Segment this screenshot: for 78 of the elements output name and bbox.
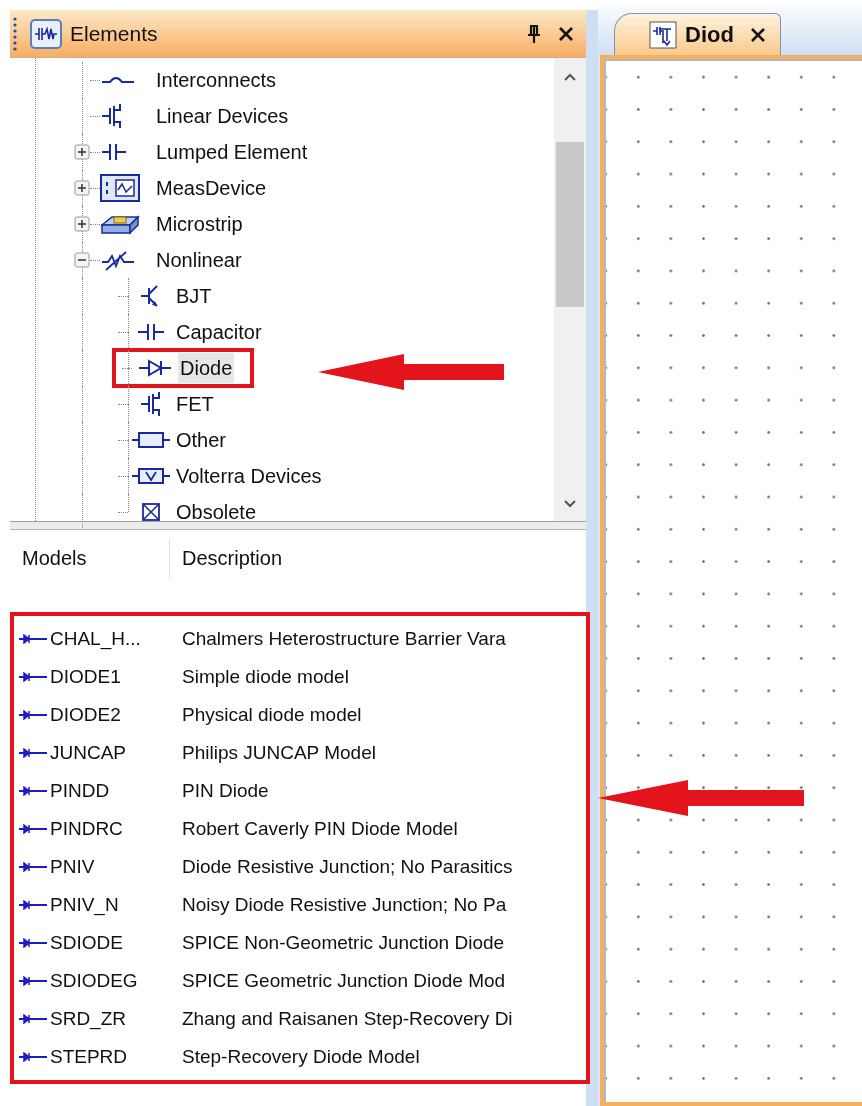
diode-icon (18, 634, 48, 644)
tree-item[interactable]: MeasDevice (156, 173, 267, 203)
tree-item[interactable]: Nonlinear (156, 245, 242, 275)
voltage-box-icon (131, 466, 171, 486)
expand-icon[interactable] (74, 216, 90, 232)
transistor-icon (100, 102, 124, 130)
scrollbar[interactable] (554, 58, 586, 521)
model-description: Zhang and Raisanen Step-Recovery Di (182, 1006, 513, 1031)
diode-icon (18, 1014, 48, 1024)
tree-item[interactable]: Other (174, 425, 229, 455)
model-description: Step-Recovery Diode Model (182, 1044, 420, 1069)
diode-icon (18, 900, 48, 910)
rectangle-icon (131, 430, 171, 450)
expand-icon[interactable] (74, 180, 90, 196)
model-name[interactable]: PNIV (50, 852, 182, 882)
collapse-icon[interactable] (74, 252, 90, 268)
tab-label: Diod (685, 21, 734, 49)
model-name[interactable]: SDIODEG (50, 966, 182, 996)
tree-item[interactable]: Microstrip (156, 209, 243, 239)
diode-icon (18, 862, 48, 872)
expand-icon[interactable] (74, 144, 90, 160)
column-header[interactable]: Models (10, 538, 170, 578)
crossed-box-icon (141, 502, 161, 522)
grip-icon[interactable] (12, 16, 18, 51)
model-description: Robert Caverly PIN Diode Model (182, 816, 458, 841)
model-description: SPICE Non-Geometric Junction Diode (182, 930, 505, 955)
pin-icon[interactable] (526, 23, 542, 44)
model-description: SPICE Geometric Junction Diode Mod (182, 968, 506, 993)
nonlinear-icon (100, 248, 136, 272)
panel-icon (30, 18, 62, 49)
model-description: Noisy Diode Resistive Junction; No Pa (182, 892, 507, 917)
model-name[interactable]: PINDD (50, 776, 182, 806)
model-description: Chalmers Heterostructure Barrier Vara (182, 626, 506, 651)
tree-item[interactable]: Obsolete (174, 497, 259, 527)
diode-icon (18, 824, 48, 834)
model-description: Simple diode model (182, 664, 349, 689)
diode-icon (18, 786, 48, 796)
scroll-down-icon[interactable] (563, 499, 577, 509)
model-name[interactable]: DIODE1 (50, 662, 182, 692)
tree-item[interactable]: Linear Devices (156, 101, 289, 131)
scroll-thumb[interactable] (556, 142, 584, 307)
model-description: Philips JUNCAP Model (182, 740, 376, 765)
model-name[interactable]: DIODE2 (50, 700, 182, 730)
tree-item[interactable]: Capacitor (174, 317, 264, 347)
model-name[interactable]: STEPRD (50, 1042, 182, 1072)
model-name[interactable]: SRD_ZR (50, 1004, 182, 1034)
diode-icon (18, 710, 48, 720)
tree-item[interactable]: Volterra Devices (174, 461, 324, 491)
model-name[interactable]: CHAL_H... (50, 624, 182, 654)
tree-item[interactable]: BJT (174, 281, 214, 311)
model-name[interactable]: JUNCAP (50, 738, 182, 768)
tree-item[interactable]: Diode (178, 353, 235, 383)
diode-icon (18, 748, 48, 758)
instrument-icon (100, 174, 140, 202)
tree-item[interactable]: FET (174, 389, 216, 419)
tree-item[interactable]: Interconnects (156, 65, 277, 95)
model-description: Physical diode model (182, 702, 362, 727)
close-icon[interactable] (558, 25, 574, 42)
model-name[interactable]: SDIODE (50, 928, 182, 958)
model-description: PIN Diode (182, 778, 269, 803)
panel-title: Elements (70, 20, 158, 47)
scroll-up-icon[interactable] (563, 72, 577, 82)
model-description: Diode Resistive Junction; No Parasitics (182, 854, 513, 879)
diode-icon (18, 1052, 48, 1062)
model-name[interactable]: PNIV_N (50, 890, 182, 920)
close-icon[interactable] (749, 26, 766, 43)
diode-icon (137, 358, 173, 378)
tree-item[interactable]: Lumped Element (156, 137, 308, 167)
diode-icon (18, 976, 48, 986)
capacitor-icon (136, 322, 166, 342)
capacitor-icon (100, 142, 128, 162)
schematic-icon (649, 20, 677, 49)
model-name[interactable]: PINDRC (50, 814, 182, 844)
diode-icon (18, 938, 48, 948)
transistor-icon (139, 390, 163, 418)
document-tab[interactable]: Diod (614, 13, 781, 55)
column-header[interactable]: Description (170, 543, 283, 573)
diode-icon (18, 672, 48, 682)
